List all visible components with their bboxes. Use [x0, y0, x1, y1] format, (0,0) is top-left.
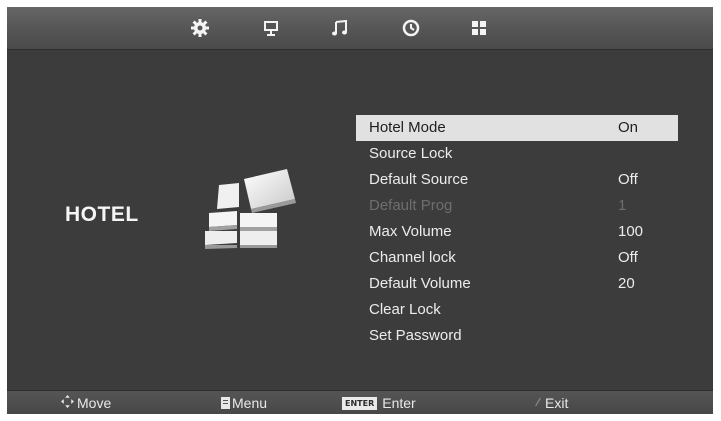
menu-item-value: Off — [618, 171, 638, 188]
footer-hint-bar: Move Menu ENTER Enter Exit — [7, 390, 713, 414]
hint-exit-label: Exit — [545, 395, 569, 411]
hint-enter-label: Enter — [382, 395, 416, 411]
hotel-blocks-icon — [197, 165, 297, 249]
monitor-icon[interactable] — [261, 18, 281, 38]
menu-item-label: Source Lock — [369, 145, 453, 162]
menu-item-label: Set Password — [369, 327, 462, 344]
menu-item-value: On — [618, 119, 639, 136]
menu-item-default-prog: Default Prog 1 — [356, 193, 678, 219]
top-tab-bar — [7, 7, 713, 50]
osd-screen: HOTEL Hotel Mode On Source Lock Default … — [7, 7, 713, 414]
menu-icon — [221, 397, 230, 409]
menu-item-label: Hotel Mode — [369, 119, 446, 136]
menu-item-label: Max Volume — [369, 223, 452, 240]
menu-item-hotel-mode[interactable]: Hotel Mode On — [356, 115, 678, 141]
grid-icon[interactable] — [469, 18, 489, 38]
exit-icon — [534, 391, 542, 414]
hint-menu-label: Menu — [232, 395, 268, 411]
menu-item-label: Default Source — [369, 171, 469, 188]
hint-move-label: Move — [77, 395, 112, 411]
hint-enter: ENTER Enter — [342, 391, 416, 414]
menu-item-value: Off — [618, 249, 638, 266]
menu-item-source-lock[interactable]: Source Lock — [356, 141, 678, 167]
music-note-icon[interactable] — [330, 18, 350, 38]
hint-exit: Exit — [534, 391, 568, 414]
hotel-menu: Hotel Mode On Source Lock Default Source… — [356, 115, 678, 349]
menu-item-value: 20 — [618, 275, 635, 292]
menu-item-value: 100 — [618, 223, 644, 240]
gear-icon[interactable] — [190, 18, 210, 38]
menu-item-max-volume[interactable]: Max Volume 100 — [356, 219, 678, 245]
menu-item-label: Clear Lock — [369, 301, 441, 318]
menu-item-set-password[interactable]: Set Password — [356, 323, 678, 349]
enter-key-badge: ENTER — [342, 396, 378, 410]
menu-item-default-source[interactable]: Default Source Off — [356, 167, 678, 193]
menu-item-clear-lock[interactable]: Clear Lock — [356, 297, 678, 323]
clock-icon[interactable] — [401, 18, 421, 38]
page-title: HOTEL — [65, 203, 139, 226]
menu-item-label: Default Volume — [369, 275, 471, 292]
menu-item-default-volume[interactable]: Default Volume 20 — [356, 271, 678, 297]
hint-move: Move — [61, 391, 111, 414]
menu-item-label: Default Prog — [369, 197, 453, 214]
dpad-icon — [61, 391, 74, 414]
menu-item-channel-lock[interactable]: Channel lock Off — [356, 245, 678, 271]
menu-item-value: 1 — [618, 197, 627, 214]
hint-menu: Menu — [221, 391, 267, 414]
menu-item-label: Channel lock — [369, 249, 456, 266]
